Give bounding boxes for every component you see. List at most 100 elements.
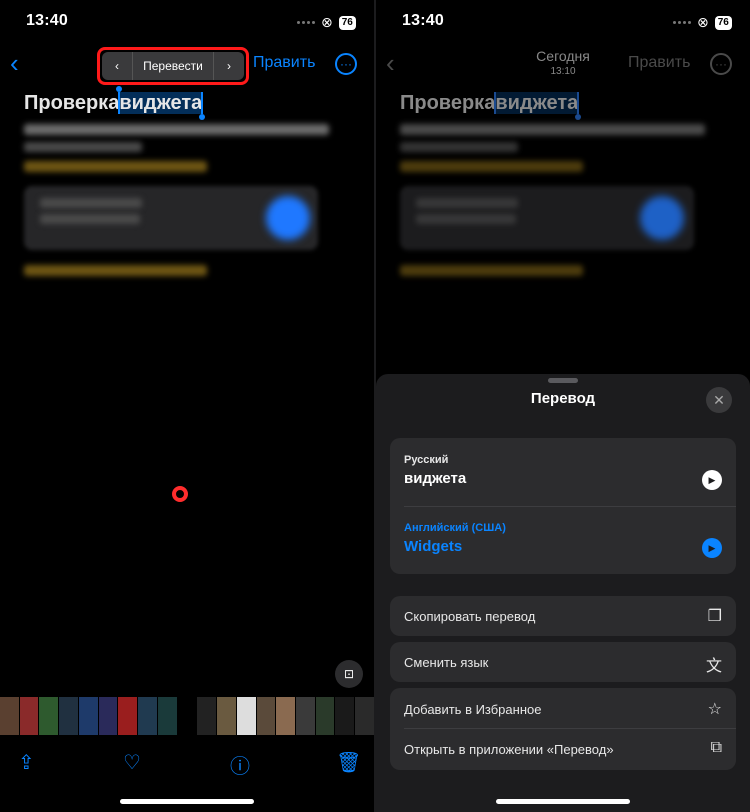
home-indicator <box>120 799 254 804</box>
thumbnail[interactable] <box>138 697 157 735</box>
photo-date: Сегодня 13:10 <box>376 48 750 77</box>
blurred-text <box>40 214 140 224</box>
thumbnail[interactable] <box>157 697 177 735</box>
thumbnail[interactable] <box>19 697 39 735</box>
thumbnail[interactable] <box>236 697 256 735</box>
selected-word[interactable]: виджета <box>494 92 582 120</box>
copy-translation-row[interactable]: Скопировать перевод ❐ <box>390 596 736 636</box>
link-icon: ⊗ <box>697 14 709 30</box>
blurred-text <box>24 124 329 135</box>
add-favorite-label[interactable]: Добавить в Избранное <box>404 702 541 717</box>
thumbnail[interactable] <box>296 697 315 735</box>
heart-icon[interactable]: ♡ <box>123 750 141 775</box>
selected-word[interactable]: виджета <box>116 86 206 120</box>
change-language-row[interactable]: Сменить язык 文 <box>390 642 736 682</box>
play-source-icon[interactable]: ▶ <box>702 470 722 490</box>
link-icon: ⊗ <box>321 14 333 30</box>
blurred-avatar <box>640 196 684 240</box>
status-icons: ⊗ 76 <box>673 14 732 31</box>
open-translate-app-label[interactable]: Открыть в приложении «Перевод» <box>404 742 614 757</box>
copy-translation-label: Скопировать перевод <box>404 609 536 624</box>
source-text[interactable]: виджета <box>404 470 466 487</box>
blurred-avatar <box>266 196 310 240</box>
copy-icon: ❐ <box>707 608 722 625</box>
signal-icon <box>673 21 691 24</box>
selection-end-handle[interactable] <box>575 114 582 120</box>
share-icon[interactable]: ⇪ <box>18 750 35 775</box>
trash-icon[interactable]: 🗑 <box>336 750 361 775</box>
thumbnail[interactable] <box>355 697 374 735</box>
status-time: 13:40 <box>402 12 444 29</box>
thumbnail[interactable] <box>39 697 59 735</box>
status-icons: ⊗ 76 <box>297 14 356 31</box>
blurred-link <box>24 161 207 172</box>
selected-word-text: виджета <box>119 92 203 114</box>
blurred-text <box>416 214 516 224</box>
thumbnail[interactable] <box>78 697 98 735</box>
sheet-title: Перевод <box>530 390 596 407</box>
divider <box>404 506 736 507</box>
document-title: Проверка виджета <box>400 92 582 120</box>
title-word: Проверка <box>400 92 496 114</box>
back-button[interactable]: ‹ <box>10 50 19 76</box>
sheet-grabber[interactable] <box>548 378 578 383</box>
blurred-link <box>24 265 207 276</box>
thumbnail[interactable] <box>177 697 197 735</box>
photo-date-label: Сегодня <box>536 48 590 64</box>
thumbnail[interactable] <box>59 697 78 735</box>
blurred-text <box>416 198 518 208</box>
target-language-label: Английский (США) <box>404 522 506 534</box>
live-text-icon[interactable]: ⊡ <box>335 660 363 688</box>
blurred-text <box>400 142 518 152</box>
thumbnail[interactable] <box>0 697 19 735</box>
thumbnail[interactable] <box>335 697 355 735</box>
extra-actions-group: Добавить в Избранное ☆ Открыть в приложе… <box>390 688 736 770</box>
edit-button[interactable]: Править <box>253 54 315 72</box>
selection-start-bar <box>118 92 121 114</box>
signal-icon <box>297 21 315 24</box>
open-external-icon[interactable]: ⧉ <box>711 739 722 757</box>
close-icon[interactable]: ✕ <box>706 387 732 413</box>
document-title: Проверка виджета <box>24 86 206 120</box>
blurred-link <box>400 161 583 172</box>
battery-indicator: 76 <box>714 15 732 30</box>
selection-end-bar <box>577 92 580 114</box>
battery-indicator: 76 <box>338 15 356 30</box>
blurred-link <box>400 265 583 276</box>
status-time: 13:40 <box>26 12 68 29</box>
right-screenshot: 13:40 ⊗ 76 ‹ Править ··· Сегодня 13:10 П… <box>376 0 750 812</box>
source-language-label: Русский <box>404 454 449 466</box>
info-icon[interactable]: ⓘ <box>230 750 250 779</box>
blurred-text <box>24 142 142 152</box>
thumbnail[interactable] <box>197 697 217 735</box>
thumbnail[interactable] <box>118 697 138 735</box>
blurred-text <box>400 124 705 135</box>
selection-start-bar <box>494 92 497 114</box>
thumbnail[interactable] <box>256 697 276 735</box>
photo-time-label: 13:10 <box>550 66 576 77</box>
more-icon[interactable]: ··· <box>335 53 357 75</box>
translation-card: Русский виджета ▶ Английский (США) Widge… <box>390 438 736 574</box>
target-text[interactable]: Widgets <box>404 538 462 555</box>
play-translation-icon[interactable]: ▶ <box>702 538 722 558</box>
selection-end-bar <box>201 92 204 114</box>
title-word: Проверка <box>24 92 120 114</box>
bottom-toolbar: ⇪ ♡ ⓘ 🗑 <box>0 742 374 782</box>
star-icon[interactable]: ☆ <box>708 699 722 719</box>
red-highlight-frame <box>97 47 249 85</box>
thumbnail[interactable] <box>98 697 118 735</box>
thumbnail[interactable] <box>315 697 335 735</box>
divider <box>404 728 736 729</box>
nav-bar: ‹ ‹ Перевести › Править ··· <box>0 44 374 85</box>
photo-strip[interactable] <box>0 697 374 735</box>
tap-indicator <box>172 486 188 502</box>
change-language-label: Сменить язык <box>404 655 489 670</box>
language-icon: 文 <box>705 658 722 675</box>
thumbnail[interactable] <box>217 697 236 735</box>
selected-word-text: виджета <box>495 92 579 114</box>
blurred-text <box>40 198 142 208</box>
home-indicator <box>496 799 630 804</box>
translation-sheet: Перевод ✕ Русский виджета ▶ Английский (… <box>376 374 750 812</box>
selection-end-handle[interactable] <box>199 114 206 120</box>
thumbnail[interactable] <box>276 697 296 735</box>
